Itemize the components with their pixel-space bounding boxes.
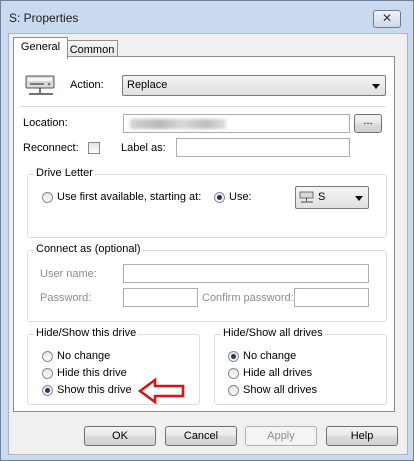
connect-as-title: Connect as (optional) (34, 243, 143, 255)
action-value: Replace (127, 79, 168, 91)
use-drive-radio[interactable] (214, 192, 225, 203)
chevron-down-icon (355, 196, 363, 201)
hide-all-drives-radio[interactable] (228, 368, 239, 379)
password-input[interactable] (123, 288, 198, 307)
all-no-change-radio[interactable] (228, 351, 239, 362)
show-all-drives-radio[interactable] (228, 385, 239, 396)
browse-label: ... (363, 115, 373, 127)
browse-button[interactable]: ... (354, 114, 382, 133)
cancel-label: Cancel (183, 430, 219, 442)
tab-general-label: General (20, 41, 61, 53)
action-select[interactable]: Replace (122, 75, 386, 96)
user-name-label: User name: (40, 268, 97, 280)
apply-button[interactable]: Apply (245, 426, 317, 446)
action-label: Action: (70, 79, 104, 91)
close-button[interactable]: ✕ (373, 10, 401, 28)
reconnect-checkbox[interactable] (88, 142, 100, 154)
tab-common-label: Common (69, 44, 115, 56)
user-name-input[interactable] (123, 264, 369, 283)
password-label: Password: (40, 292, 92, 304)
chevron-down-icon (372, 84, 380, 89)
reconnect-label: Reconnect: (23, 142, 79, 154)
hide-this-drive-radio[interactable] (42, 368, 53, 379)
cancel-button[interactable]: Cancel (165, 426, 237, 446)
show-all-drives-label: Show all drives (243, 384, 317, 396)
window-title: S: Properties (9, 11, 79, 25)
apply-label: Apply (267, 430, 295, 442)
title-bar[interactable]: S: Properties ✕ (1, 1, 413, 33)
first-available-radio[interactable] (42, 192, 53, 203)
drive-letter-select[interactable]: S (295, 186, 369, 209)
confirm-password-input[interactable] (294, 288, 369, 307)
all-no-change-label: No change (243, 350, 297, 362)
network-drive-icon (299, 191, 314, 203)
ok-button[interactable]: OK (84, 426, 156, 446)
label-as-label: Label as: (121, 142, 166, 154)
first-available-label: Use first available, starting at: (57, 191, 202, 203)
hide-show-this-title: Hide/Show this drive (34, 327, 139, 339)
hide-show-all-title: Hide/Show all drives (221, 327, 325, 339)
hide-all-drives-label: Hide all drives (243, 367, 313, 379)
this-no-change-label: No change (57, 350, 111, 362)
label-as-input[interactable] (176, 138, 350, 157)
help-button[interactable]: Help (326, 426, 398, 446)
location-label: Location: (23, 117, 68, 129)
close-icon: ✕ (381, 11, 393, 25)
show-this-drive-radio[interactable] (42, 385, 53, 396)
tab-general[interactable]: General (13, 37, 68, 59)
connect-as-group: Connect as (optional) (27, 243, 387, 322)
divider (20, 106, 386, 107)
show-this-drive-label: Show this drive (57, 384, 132, 396)
use-drive-label: Use: (229, 191, 252, 203)
drive-letter-value: S (318, 191, 326, 203)
this-no-change-radio[interactable] (42, 351, 53, 362)
redacted-location-value (130, 119, 226, 129)
location-input[interactable] (123, 114, 350, 133)
drive-letter-title: Drive Letter (34, 167, 95, 179)
confirm-password-label: Confirm password: (202, 292, 294, 304)
help-label: Help (350, 430, 374, 442)
annotation-arrow-icon (138, 377, 185, 405)
hide-this-drive-label: Hide this drive (57, 367, 127, 379)
network-drive-icon (25, 75, 55, 95)
ok-label: OK (112, 430, 128, 442)
